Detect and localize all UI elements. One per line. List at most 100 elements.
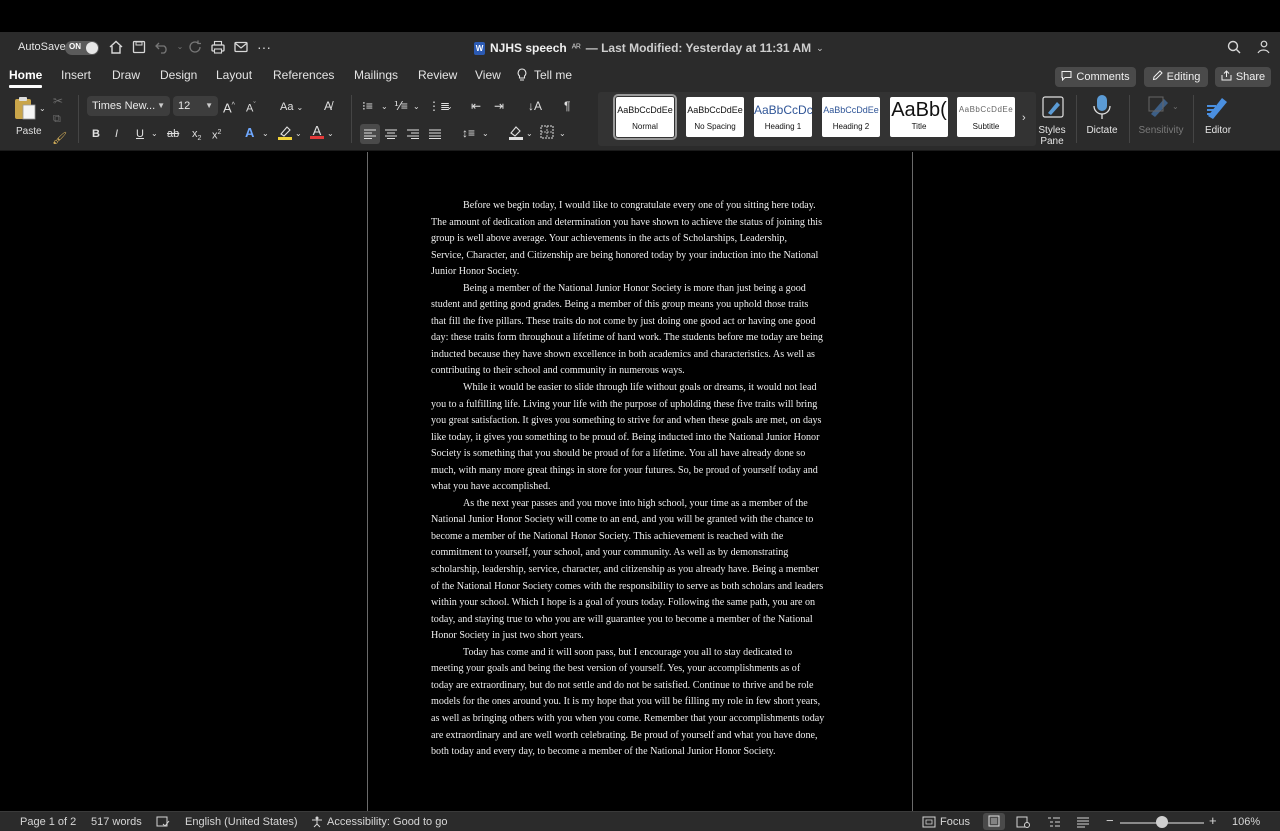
borders-dropdown-icon[interactable]: ⌄ <box>559 126 566 142</box>
subscript-button[interactable]: x2 <box>192 126 201 147</box>
highlight-icon[interactable] <box>277 124 293 144</box>
style-title[interactable]: AaBb( Title <box>890 97 948 137</box>
save-icon[interactable] <box>131 39 147 55</box>
tell-me-search[interactable]: Tell me <box>534 68 572 82</box>
tab-home[interactable]: Home <box>9 68 42 82</box>
document-body[interactable]: Before we begin today, I would like to c… <box>431 198 851 761</box>
tab-references[interactable]: References <box>273 68 334 82</box>
tab-mailings[interactable]: Mailings <box>354 68 398 82</box>
clear-formatting-icon[interactable]: A̸ <box>324 98 332 114</box>
comments-button[interactable]: Comments <box>1055 67 1136 87</box>
zoom-slider-knob[interactable] <box>1156 816 1168 828</box>
accessibility-icon[interactable] <box>311 816 325 831</box>
tab-design[interactable]: Design <box>160 68 197 82</box>
strikethrough-button[interactable]: ab <box>167 126 179 142</box>
zoom-level[interactable]: 106% <box>1232 816 1260 828</box>
document-title-area[interactable]: W NJHS speech ᴬᴿ — Last Modified: Yester… <box>474 40 824 56</box>
styles-pane-icon[interactable] <box>1040 94 1066 120</box>
paragraph[interactable]: While it would be easier to slide throug… <box>431 380 851 496</box>
accessibility-status[interactable]: Accessibility: Good to go <box>327 816 447 828</box>
style-subtitle[interactable]: AaBbCcDdEe Subtitle <box>957 97 1015 137</box>
style-heading-2[interactable]: AaBbCcDdEe Heading 2 <box>822 97 880 137</box>
bullets-icon[interactable]: ⁝≡ <box>362 98 373 114</box>
sort-icon[interactable]: ↓A <box>528 98 542 114</box>
editor-icon[interactable] <box>1204 94 1232 120</box>
mail-icon[interactable] <box>233 39 249 55</box>
bullets-dropdown-icon[interactable]: ⌄ <box>381 99 388 115</box>
style-no-spacing[interactable]: AaBbCcDdEe No Spacing <box>686 97 744 137</box>
autosave-toggle[interactable]: ON <box>65 41 99 55</box>
paragraph[interactable]: Today has come and it will soon pass, bu… <box>431 645 851 761</box>
print-icon[interactable] <box>210 39 226 55</box>
font-name-select[interactable]: Times New... ▼ <box>87 96 170 116</box>
underline-button[interactable]: U <box>136 126 144 142</box>
chevron-right-icon[interactable]: › <box>1022 110 1026 126</box>
underline-dropdown-icon[interactable]: ⌄ <box>151 126 158 142</box>
proofing-icon[interactable] <box>156 816 170 831</box>
style-normal[interactable]: AaBbCcDdEe Normal <box>613 94 677 140</box>
undo-dropdown-icon[interactable]: ⌄ <box>172 39 188 55</box>
sensitivity-dropdown-icon[interactable]: ⌄ <box>1172 99 1179 115</box>
shading-icon[interactable] <box>508 124 524 144</box>
sensitivity-icon[interactable] <box>1146 94 1172 120</box>
paragraph[interactable]: Being a member of the National Junior Ho… <box>431 281 851 380</box>
borders-icon[interactable] <box>540 124 554 143</box>
decrease-indent-icon[interactable]: ⇤ <box>471 98 481 114</box>
paragraph[interactable]: As the next year passes and you move int… <box>431 496 851 645</box>
text-effects-icon[interactable]: A <box>245 125 254 141</box>
draft-view-icon[interactable] <box>1076 816 1090 831</box>
cut-icon[interactable]: ✂ <box>53 93 63 109</box>
zoom-out-icon[interactable]: − <box>1106 813 1114 828</box>
more-icon[interactable]: ··· <box>256 39 272 55</box>
microphone-icon[interactable] <box>1090 93 1114 121</box>
italic-button[interactable]: I <box>115 126 118 142</box>
font-size-select[interactable]: 12 ▼ <box>173 96 218 116</box>
numbering-dropdown-icon[interactable]: ⌄ <box>413 99 420 115</box>
style-heading-1[interactable]: AaBbCcDc Heading 1 <box>754 97 812 137</box>
focus-icon[interactable] <box>922 816 936 831</box>
paragraph[interactable]: Before we begin today, I would like to c… <box>431 198 851 281</box>
tab-layout[interactable]: Layout <box>216 68 252 82</box>
search-icon[interactable] <box>1226 39 1242 55</box>
align-right-button[interactable] <box>406 124 420 143</box>
zoom-in-icon[interactable]: + <box>1209 813 1217 828</box>
editing-mode-button[interactable]: Editing <box>1144 67 1208 87</box>
bold-button[interactable]: B <box>92 126 100 142</box>
share-people-icon[interactable] <box>1255 39 1271 55</box>
multilevel-dropdown-icon[interactable]: ⌄ <box>446 99 453 115</box>
text-effects-dropdown-icon[interactable]: ⌄ <box>262 126 269 142</box>
font-color-dropdown-icon[interactable]: ⌄ <box>327 126 334 142</box>
share-button[interactable]: Share <box>1215 67 1271 87</box>
change-case-button[interactable]: Aa ⌄ <box>280 99 303 116</box>
undo-icon[interactable] <box>154 39 170 55</box>
align-center-button[interactable] <box>384 124 398 143</box>
web-layout-icon[interactable] <box>1016 816 1030 831</box>
shading-dropdown-icon[interactable]: ⌄ <box>526 126 533 142</box>
superscript-button[interactable]: x2 <box>212 125 221 144</box>
highlight-dropdown-icon[interactable]: ⌄ <box>295 126 302 142</box>
tab-insert[interactable]: Insert <box>61 68 91 82</box>
show-formatting-icon[interactable]: ¶ <box>564 98 570 114</box>
word-count[interactable]: 517 words <box>91 816 142 828</box>
focus-mode[interactable]: Focus <box>940 816 970 828</box>
increase-indent-icon[interactable]: ⇥ <box>494 98 504 114</box>
home-icon[interactable] <box>108 39 124 55</box>
paste-icon[interactable] <box>12 95 38 121</box>
copy-icon[interactable]: ⧉ <box>53 111 61 127</box>
outline-view-icon[interactable] <box>1047 816 1061 831</box>
redo-icon[interactable] <box>187 39 203 55</box>
font-color-icon[interactable]: A <box>310 123 324 139</box>
grow-font-icon[interactable]: A^ <box>223 98 235 116</box>
tab-review[interactable]: Review <box>418 68 457 82</box>
align-left-button[interactable] <box>360 124 380 144</box>
justify-button[interactable] <box>428 124 442 143</box>
line-spacing-icon[interactable]: ↕≡ <box>462 125 475 141</box>
print-layout-icon[interactable] <box>983 813 1005 830</box>
tab-draw[interactable]: Draw <box>112 68 140 82</box>
language[interactable]: English (United States) <box>185 816 298 828</box>
shrink-font-icon[interactable]: Aˇ <box>246 98 256 117</box>
paste-dropdown-icon[interactable]: ⌄ <box>39 101 46 117</box>
numbering-icon[interactable]: ⅟≡ <box>394 98 408 114</box>
tab-view[interactable]: View <box>475 68 501 82</box>
page-count[interactable]: Page 1 of 2 <box>20 816 76 828</box>
